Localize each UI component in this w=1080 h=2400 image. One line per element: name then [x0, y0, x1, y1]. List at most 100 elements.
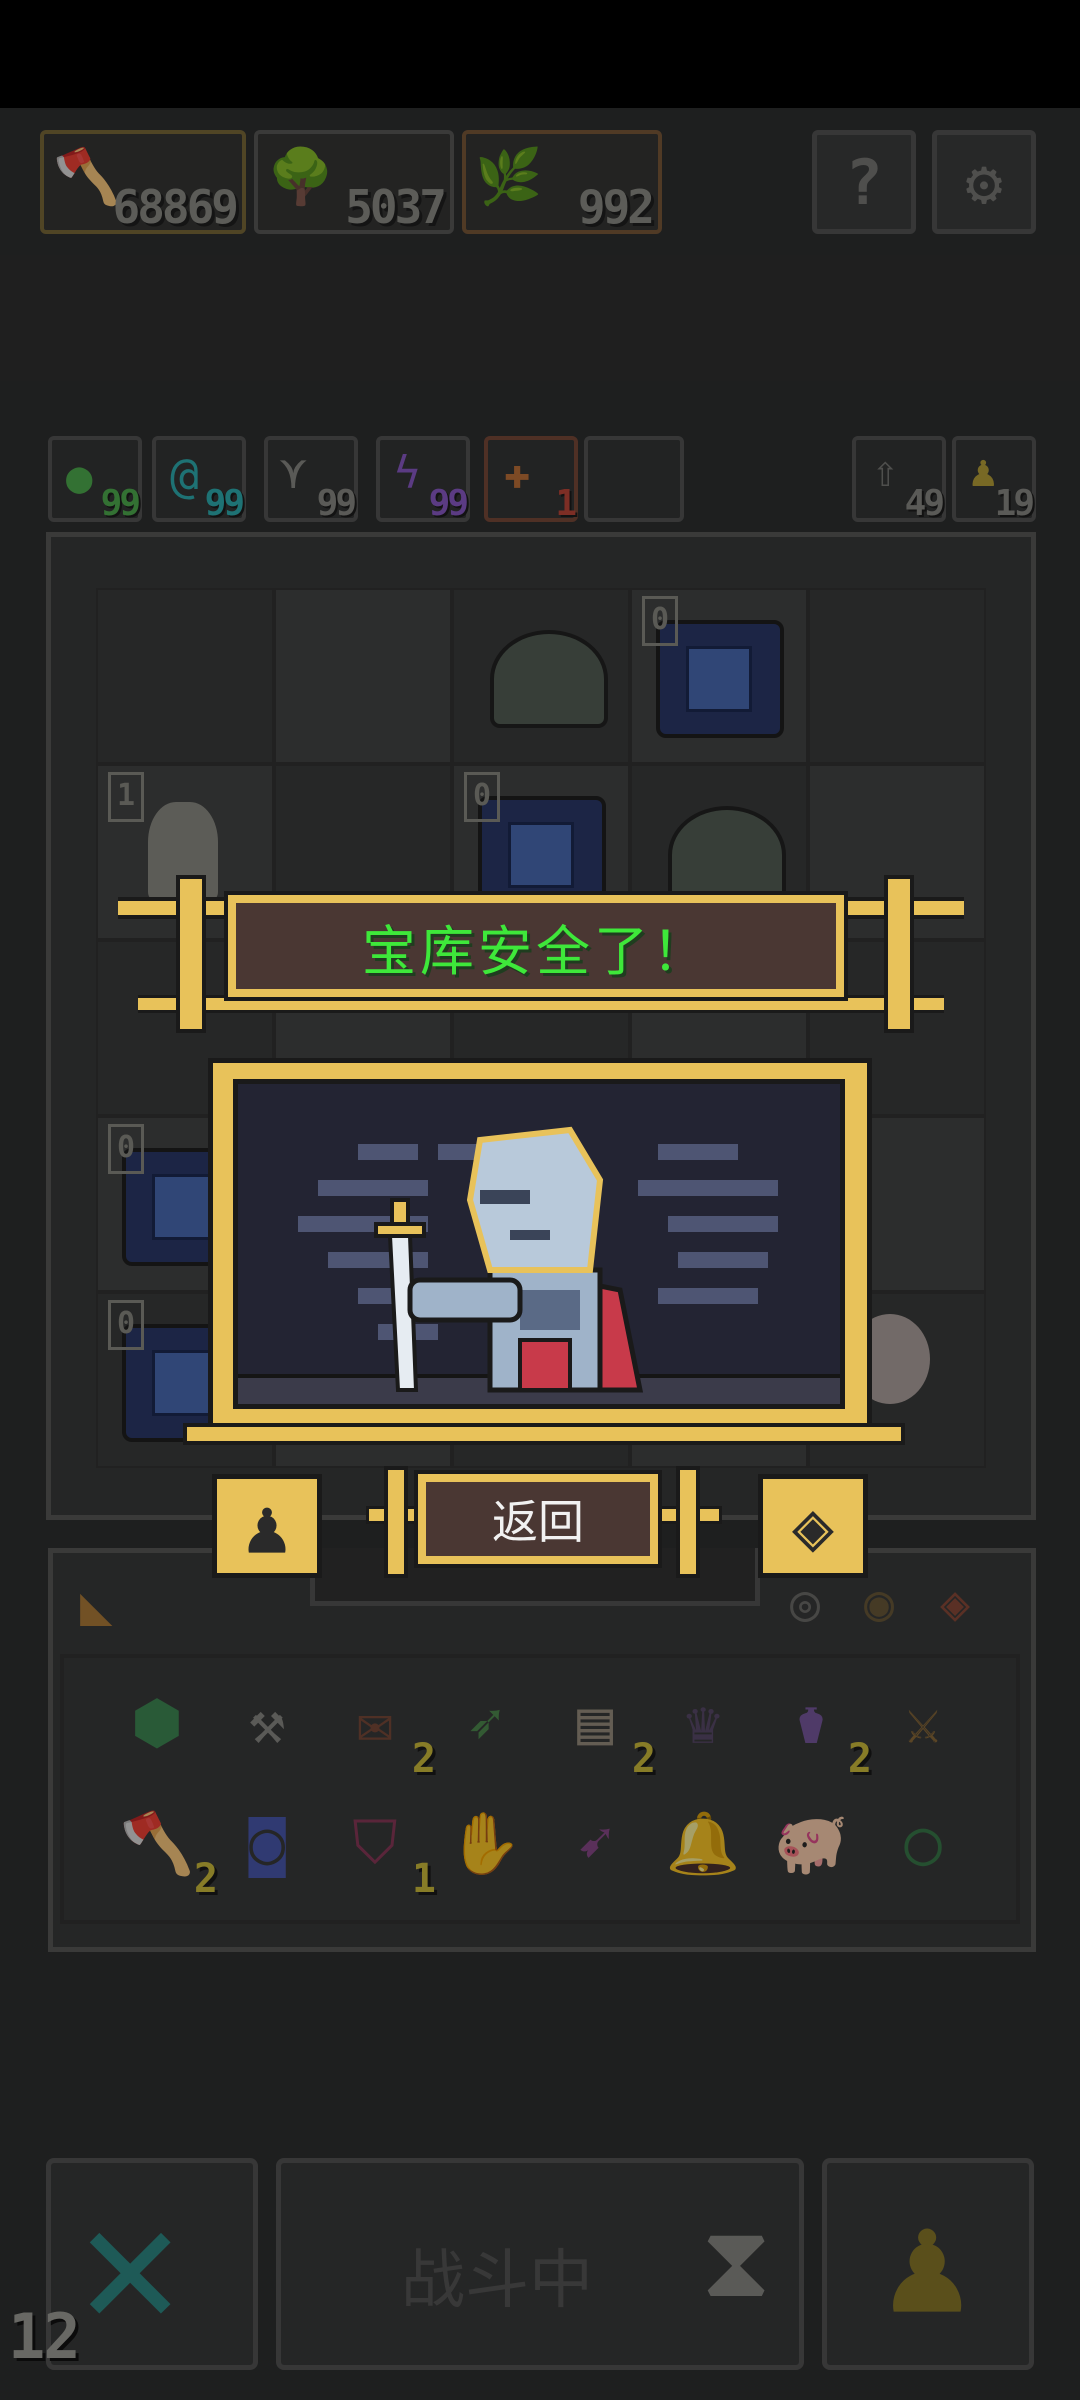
pig-icon[interactable]: 🐖 — [764, 1796, 858, 1890]
return-button[interactable]: 返回 — [414, 1470, 662, 1568]
hero-button[interactable]: ♟ — [822, 2158, 1034, 2370]
return-button-frame: 返回 — [366, 1466, 722, 1578]
buff-slot-empty[interactable] — [584, 436, 684, 522]
arrow-icon[interactable]: ➶ — [438, 1676, 532, 1770]
level-badge: 0 — [108, 1300, 144, 1350]
wing-icon: ⋎ — [280, 448, 307, 499]
resource-wood-value: 68869 — [112, 180, 239, 234]
wall-brick — [658, 1144, 738, 1160]
help-button[interactable]: ? — [812, 130, 916, 234]
item-qty: 2 — [193, 1856, 218, 1902]
banner-crossbar-lower — [138, 995, 944, 1013]
board-cell[interactable]: 0 — [630, 588, 808, 764]
spiral-icon: @ — [170, 448, 199, 504]
battle-status-button[interactable]: 战斗中 ⧗ — [276, 2158, 804, 2370]
axe-icon[interactable]: 🪓 2 — [110, 1796, 218, 1903]
hourglass-icon: ⧗ — [701, 2203, 772, 2320]
item-qty: 2 — [411, 1736, 436, 1782]
return-post-left — [384, 1466, 408, 1578]
resource-wood: 🪓 68869 — [40, 130, 246, 234]
level-badge: 0 — [108, 1124, 144, 1174]
side-counter-value: 19 — [994, 483, 1035, 524]
hammer-icon[interactable]: ⚒ — [220, 1676, 314, 1770]
axe-icon: 🪓 — [53, 145, 121, 208]
ring-icon[interactable]: ◯ — [876, 1796, 970, 1890]
pawn-icon: ♟ — [244, 1481, 290, 1571]
help-label: ? — [845, 145, 883, 219]
buff-slot-fire[interactable]: ✚ 1 — [484, 436, 578, 524]
buff-value: 99 — [204, 483, 245, 524]
item-qty: 1 — [411, 1856, 436, 1902]
wall-brick — [668, 1216, 778, 1232]
modal-title: 宝库安全了！ — [362, 919, 710, 983]
potion-icon[interactable]: ⚱ 2 — [764, 1676, 872, 1782]
item-qty: 2 — [847, 1736, 872, 1782]
buff-slot-green[interactable]: ● 99 — [48, 436, 142, 524]
return-label: 返回 — [492, 1495, 584, 1549]
fence-icon[interactable]: ⚔ — [876, 1676, 970, 1770]
crown-icon[interactable]: ♛ — [656, 1676, 750, 1770]
bush-icon: 🌿 — [475, 145, 543, 208]
hat-icon — [490, 630, 608, 728]
shield-icon[interactable]: ⛉ 1 — [328, 1796, 437, 1902]
side-counter-pawn[interactable]: ♟ 19 — [952, 436, 1036, 524]
wall-brick — [658, 1288, 758, 1304]
board-cell[interactable] — [96, 588, 274, 764]
fire-icon: ✚ — [504, 448, 531, 499]
filter-helmet-icon[interactable]: ◎ — [790, 1574, 820, 1632]
buff-slot-lightning[interactable]: ϟ 99 — [376, 436, 470, 524]
knight-arm — [407, 1277, 523, 1323]
buff-slot-wing[interactable]: ⋎ 99 — [264, 436, 358, 524]
resource-bush-value: 992 — [577, 180, 655, 234]
wedge-icon[interactable]: ◣ — [80, 1574, 113, 1637]
board-cell[interactable] — [452, 588, 630, 764]
gear-icon: ⚙ — [965, 145, 1003, 219]
gem-icon: ◈ — [791, 1485, 835, 1567]
filter-amulet-icon[interactable]: ◈ — [940, 1574, 970, 1632]
gauntlet-icon[interactable]: ✋ — [438, 1796, 532, 1890]
resource-bush: 🌿 992 — [462, 130, 662, 234]
filter-ring-icon[interactable]: ◉ — [864, 1574, 894, 1632]
arrow-up-icon: ⇧ — [872, 446, 899, 497]
level-badge: 1 — [108, 772, 144, 822]
banner-plaque: 宝库安全了！ — [224, 891, 848, 1001]
status-bar — [0, 0, 1080, 108]
resource-tree-value: 5037 — [345, 180, 447, 234]
turtle-shell-icon[interactable]: ⬢ — [110, 1676, 204, 1770]
buff-value: 1 — [555, 483, 577, 524]
battle-label: 战斗中 — [401, 2244, 593, 2318]
frame-base — [183, 1423, 905, 1445]
knight-figure — [374, 1126, 644, 1393]
close-icon: ✕ — [79, 2166, 182, 2364]
turn-counter: 12 — [8, 2300, 81, 2373]
resource-tree: 🌳 5037 — [254, 130, 454, 234]
bell-icon[interactable]: 🔔 — [656, 1796, 750, 1890]
green-orb-icon: ● — [66, 452, 93, 503]
gem-side-button[interactable]: ◈ — [758, 1474, 868, 1578]
parchment-icon[interactable]: ▤ 2 — [548, 1676, 656, 1782]
pawn-side-button[interactable]: ♟ — [212, 1474, 322, 1578]
side-counter-upgrade[interactable]: ⇧ 49 — [852, 436, 946, 524]
banner-post-left — [176, 875, 206, 1033]
tree-icon: 🌳 — [267, 145, 335, 208]
settings-button[interactable]: ⚙ — [932, 130, 1036, 234]
pawn-icon: ♟ — [970, 446, 997, 497]
level-badge: 0 — [642, 596, 678, 646]
return-post-right — [676, 1466, 700, 1578]
side-counter-value: 49 — [904, 483, 945, 524]
buff-value: 99 — [100, 483, 141, 524]
buff-value: 99 — [316, 483, 357, 524]
board-cell[interactable] — [274, 588, 452, 764]
vault-safe-banner: 宝库安全了！ — [118, 875, 964, 1033]
knight-helmet — [466, 1126, 604, 1273]
wall-brick — [678, 1252, 768, 1268]
rune-icon[interactable]: ◙ — [220, 1796, 314, 1890]
item-qty: 2 — [631, 1736, 656, 1782]
buff-value: 99 — [428, 483, 469, 524]
scroll-icon[interactable]: ✉ 2 — [328, 1676, 436, 1782]
buff-slot-spiral[interactable]: @ 99 — [152, 436, 246, 524]
banner-post-right — [884, 875, 914, 1033]
board-cell[interactable] — [808, 588, 986, 764]
dart-icon[interactable]: ➹ — [548, 1796, 642, 1890]
pawn-icon: ♟ — [885, 2183, 970, 2346]
